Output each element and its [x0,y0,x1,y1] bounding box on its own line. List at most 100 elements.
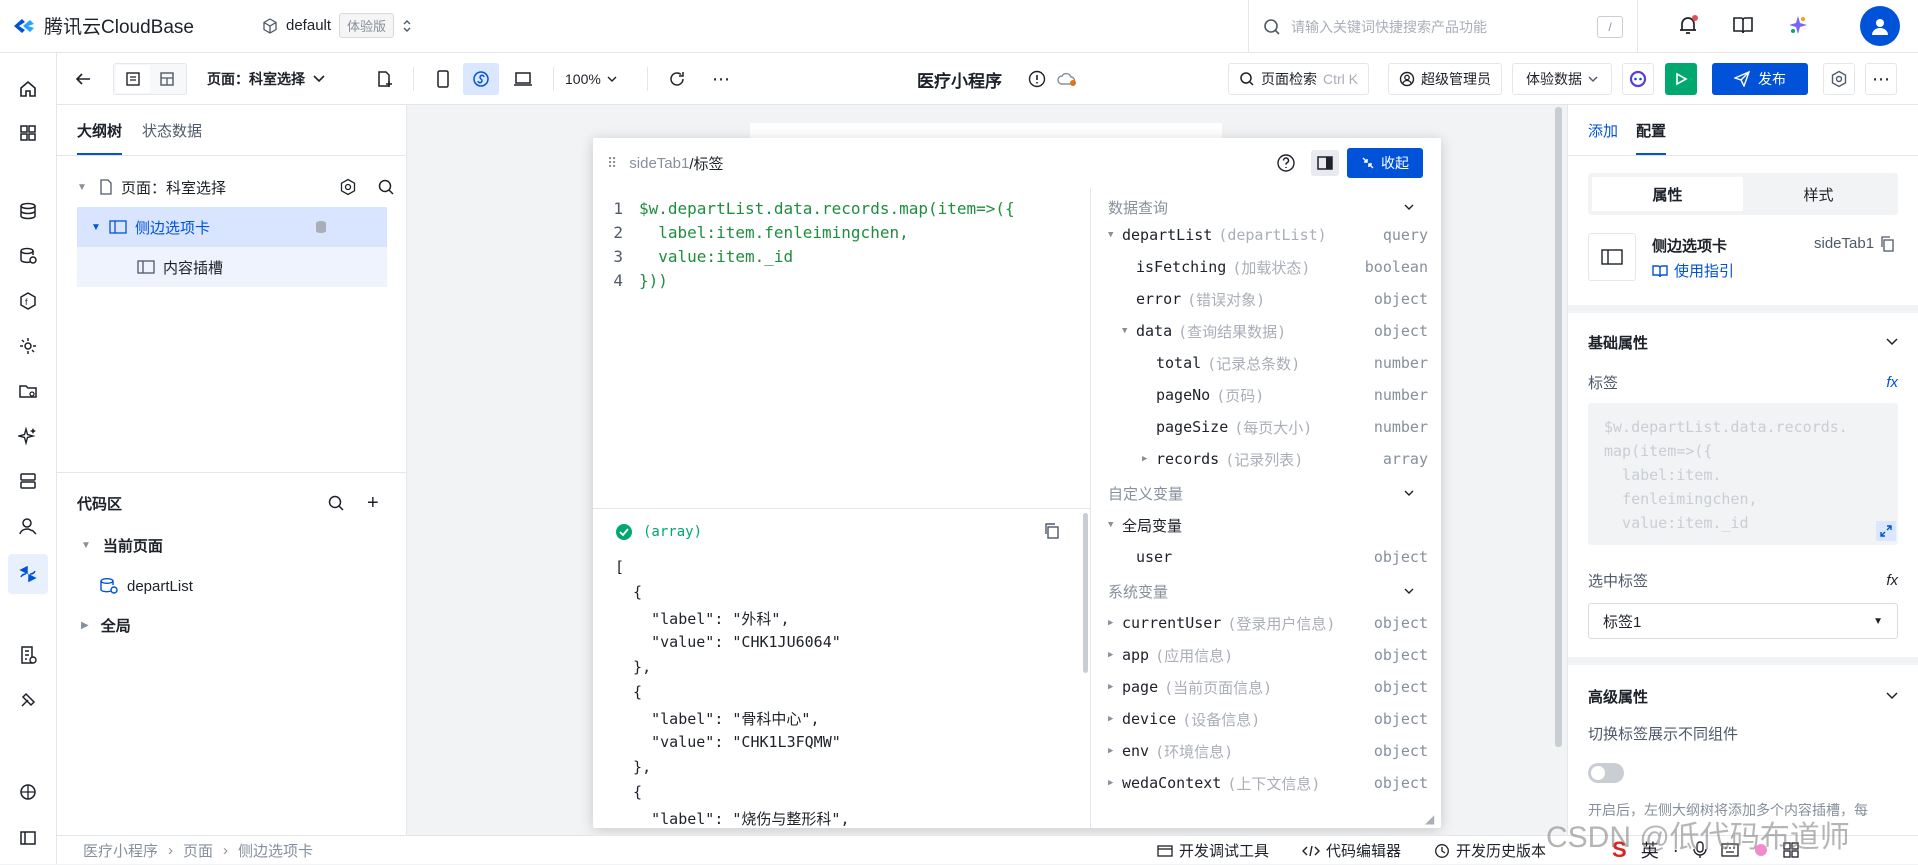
var-isfetching[interactable]: isFetching (加载状态) boolean [1098,251,1428,283]
refresh-icon[interactable] [661,63,693,95]
codearea-group-current[interactable]: ▼ 当前页面 [81,530,163,560]
back-arrow-icon[interactable] [67,63,99,95]
expand-icon[interactable] [1876,521,1896,541]
var-pagesize[interactable]: pageSize (每页大小) number [1098,411,1428,443]
var-page[interactable]: ▶ page (当前页面信息) object [1098,671,1428,703]
cloud-storage-icon[interactable] [16,469,40,493]
page-search-button[interactable]: 页面检索 Ctrl K [1228,63,1369,95]
canvas-scrollbar[interactable] [1555,107,1562,747]
storage-icon[interactable] [16,379,40,403]
tabs-switch-toggle[interactable] [1588,763,1624,783]
var-wedacontext[interactable]: ▶ wedaContext (上下文信息) object [1098,767,1428,799]
user-manage-icon[interactable] [16,514,40,538]
var-departlist[interactable]: ▼ departList (departList) query [1098,219,1428,251]
var-error[interactable]: error (错误对象) object [1098,283,1428,315]
home-icon[interactable] [16,77,40,101]
tab-config[interactable]: 配置 [1636,105,1667,155]
info-icon[interactable] [1025,63,1049,95]
result-scrollbar[interactable] [1083,513,1088,673]
log-icon[interactable] [16,643,40,667]
guide-link[interactable]: 使用指引 [1652,260,1734,281]
copy-icon[interactable] [1043,522,1061,540]
tab-outline-tree[interactable]: 大纲树 [77,105,123,155]
user-avatar[interactable] [1860,6,1900,46]
zoom-select[interactable]: 100% [565,63,617,95]
more-icon[interactable]: ⋯ [705,63,737,95]
advanced-props-header[interactable]: 高级属性 [1588,681,1898,711]
var-device[interactable]: ▶ device (设备信息) object [1098,703,1428,735]
gear-icon[interactable] [339,178,357,196]
resize-handle-icon[interactable]: ◢ [1425,812,1434,826]
var-currentuser[interactable]: ▶ currentUser (登录用户信息) object [1098,607,1428,639]
desktop-preview-icon[interactable] [507,63,539,95]
settings-cube-icon[interactable] [16,780,40,804]
ai-assistant-icon[interactable] [1787,14,1809,36]
bell-icon[interactable] [1677,14,1699,36]
function-icon[interactable]: f [16,289,40,313]
search-icon[interactable] [377,178,395,196]
layout-view-icon[interactable] [150,65,184,93]
run-preview-button[interactable] [1665,63,1697,95]
data-model-icon[interactable] [16,244,40,268]
page-selector[interactable]: 页面：科室选择 [207,63,325,95]
selected-label-select[interactable]: 标签1 ▼ [1588,603,1898,639]
var-user[interactable]: user object [1098,541,1428,573]
crumb-page[interactable]: 页面 [183,840,213,861]
history-button[interactable]: 开发历史版本 [1434,836,1546,865]
tree-item-slot[interactable]: 内容插槽 [77,247,387,287]
data-mode-select[interactable]: 体验数据 [1512,63,1612,95]
extension-icon[interactable] [16,688,40,712]
apps-icon[interactable] [16,121,40,145]
section-custom-vars[interactable]: 自定义变量 [1108,478,1428,508]
collapse-button[interactable]: 收起 [1347,148,1423,178]
var-pageno[interactable]: pageNo (页码) number [1098,379,1428,411]
database-icon[interactable] [16,199,40,223]
var-records[interactable]: ▶ records (记录列表) array [1098,443,1428,475]
basic-props-header[interactable]: 基础属性 [1588,327,1898,357]
document-view-icon[interactable] [116,65,150,93]
add-page-icon[interactable] [369,63,401,95]
crumb-component[interactable]: 侧边选项卡 [238,840,313,861]
tab-add[interactable]: 添加 [1588,120,1618,141]
var-app[interactable]: ▶ app (应用信息) object [1098,639,1428,671]
var-total[interactable]: total (记录总条数) number [1098,347,1428,379]
app-logo[interactable]: 腾讯云CloudBase [12,12,194,39]
collapse-sidebar-icon[interactable] [16,826,40,850]
lowcode-icon[interactable] [8,554,48,594]
publish-button[interactable]: 发布 [1712,63,1808,95]
add-icon[interactable]: + [367,492,379,515]
dev-tools-button[interactable]: 开发调试工具 [1157,836,1269,865]
mobile-preview-icon[interactable] [427,63,459,95]
codearea-item-departlist[interactable]: departList [99,571,193,601]
env-selector[interactable]: default 体验版 [262,13,412,38]
crumb-project[interactable]: 医疗小程序 [83,840,158,861]
segment-props[interactable]: 属性 [1592,177,1743,211]
search-icon[interactable] [327,494,345,512]
copy-icon[interactable] [1880,235,1894,252]
role-button[interactable]: 超级管理员 [1388,63,1502,95]
help-icon[interactable] [1276,153,1296,173]
tree-item-page[interactable]: ▼ 页面：科室选择 [77,167,394,207]
section-system-vars[interactable]: 系统变量 [1108,576,1428,606]
section-data-query[interactable]: 数据查询 [1108,192,1428,222]
copilot-icon[interactable] [1622,63,1654,95]
miniprogram-preview-icon[interactable] [463,63,499,95]
tab-state-data[interactable]: 状态数据 [142,120,202,141]
global-search[interactable]: 请输入关键词快捷搜索产品功能 / [1248,0,1638,53]
fx-icon[interactable]: fx [1886,374,1898,391]
codearea-group-global[interactable]: ▶ 全局 [81,610,131,640]
book-icon[interactable] [1732,15,1754,35]
var-data[interactable]: ▼ data (查询结果数据) object [1098,315,1428,347]
more-actions-icon[interactable]: ⋯ [1865,63,1897,95]
breadcrumb-parent[interactable]: sideTab1 [629,155,689,172]
drag-handle-icon[interactable]: ⠿ [607,155,617,172]
side-panel-toggle-icon[interactable] [1311,150,1339,176]
var-global-group[interactable]: ▼ 全局变量 [1098,509,1428,541]
api-icon[interactable] [16,334,40,358]
label-expression-input[interactable]: $w.departList.data.records. map(item=>({… [1588,403,1898,545]
tree-item-sidetab[interactable]: ▼ 侧边选项卡 [77,207,387,247]
code-editor-button[interactable]: 代码编辑器 [1302,836,1401,865]
code-editor[interactable]: 1 $w.departList.data.records.map(item=>({… [593,188,1090,508]
settings-icon[interactable] [1823,63,1855,95]
fx-icon[interactable]: fx [1886,572,1898,589]
